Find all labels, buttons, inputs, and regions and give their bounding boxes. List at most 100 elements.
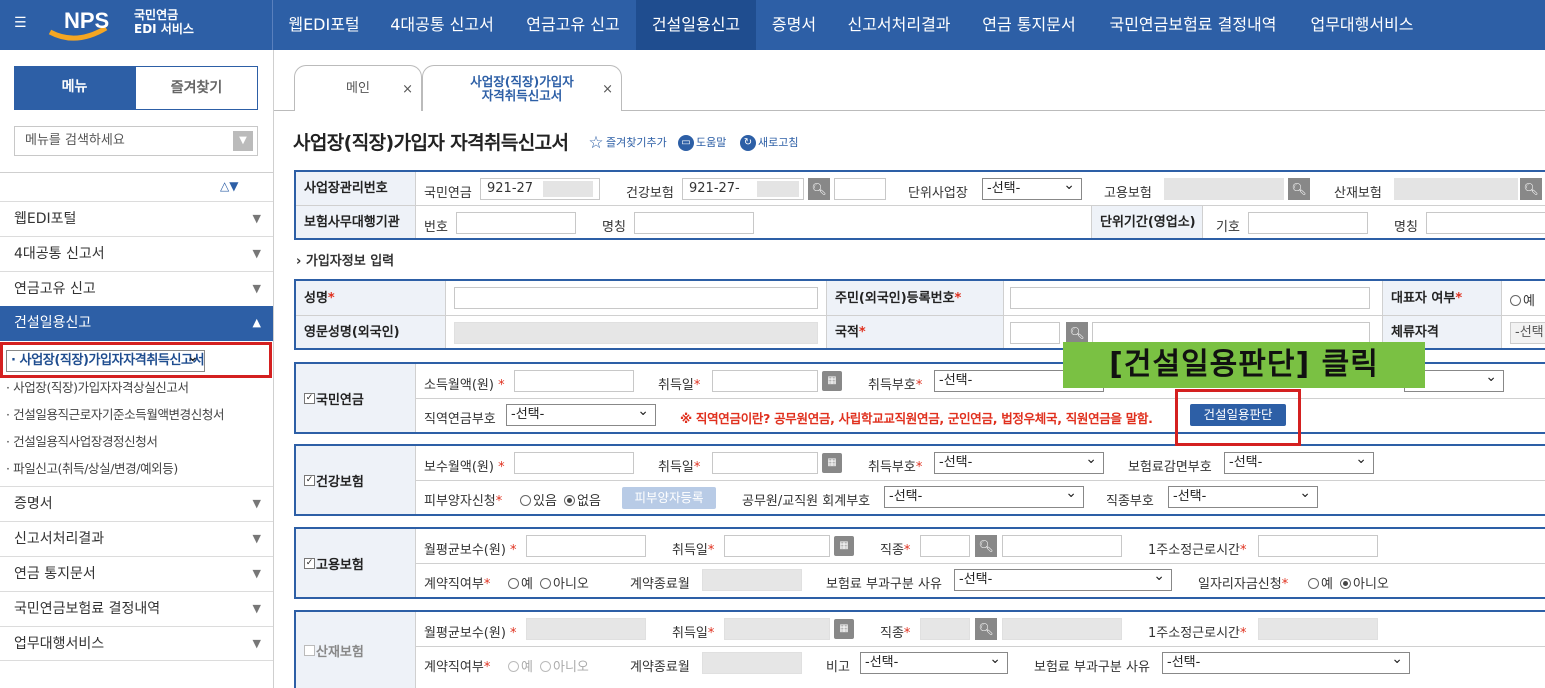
rrn-field[interactable] (1010, 287, 1370, 309)
ind-acq-date-field[interactable] (724, 618, 830, 640)
pension-acq-date-field[interactable] (712, 370, 818, 392)
refresh-button[interactable]: ↻ 새로고침 (740, 134, 798, 151)
ind-weekly-hours-field[interactable] (1258, 618, 1378, 640)
ind-note-select[interactable]: -선택- (860, 649, 1008, 674)
nav-agency-service[interactable]: 업무대행서비스 (1294, 0, 1430, 50)
close-icon[interactable]: × (402, 82, 413, 97)
search-icon[interactable]: 🔍︎ (1288, 178, 1310, 200)
ind-contract-end-field[interactable] (702, 652, 802, 674)
health-mgmt-no-field[interactable]: 921-27- (682, 178, 804, 200)
nav-pension-own[interactable]: 연금고유 신고 (510, 0, 636, 50)
employ-mgmt-no-field[interactable] (1164, 178, 1284, 200)
expand-collapse-icon[interactable]: △▼ (220, 179, 260, 193)
sidebar-tab-menu[interactable]: 메뉴 (14, 66, 135, 110)
ind-job-name-field[interactable] (1002, 618, 1122, 640)
sidebar-item-premium-decision[interactable]: 국민연금보험료 결정내역 ▼ (0, 591, 273, 626)
dependent-no-radio[interactable]: 없음 (564, 490, 601, 509)
sidebar-sub-income-change[interactable]: · 건설일용직근로자기준소득월액변경신청서 (6, 404, 224, 423)
name2-field[interactable] (1426, 212, 1545, 234)
search-icon[interactable]: 🔍︎ (1520, 178, 1542, 200)
nav-webedi[interactable]: 웹EDI포털 (274, 0, 374, 50)
name-field[interactable] (454, 287, 818, 309)
pension-header[interactable]: ✓ 국민연금 (296, 364, 416, 432)
search-icon[interactable]: 🔍︎ (975, 618, 997, 640)
sidebar-item-agency-service[interactable]: 업무대행서비스 ▼ (0, 626, 273, 661)
hamburger-menu-icon[interactable]: ☰ (14, 16, 28, 30)
nav-report-result[interactable]: 신고서처리결과 (832, 0, 966, 50)
calendar-icon[interactable]: ▦ (822, 453, 842, 473)
industrial-mgmt-no-field[interactable] (1394, 178, 1518, 200)
income-field[interactable] (514, 370, 634, 392)
tab-main[interactable]: 메인 × (294, 65, 422, 111)
job-fund-no-radio[interactable]: 아니오 (1340, 573, 1389, 592)
nav-pension-notice[interactable]: 연금 통지문서 (966, 0, 1092, 50)
search-icon[interactable]: 🔍︎ (1066, 322, 1088, 344)
nav-construction[interactable]: 건설일용신고 (636, 0, 756, 50)
emp-avg-pay-field[interactable] (526, 535, 646, 557)
health-acq-date-field[interactable] (712, 452, 818, 474)
favorite-add-button[interactable]: ☆ 즐겨찾기추가 (588, 134, 666, 152)
job-pension-select[interactable]: -선택- (506, 401, 656, 426)
sidebar-sub-correction[interactable]: · 건설일용직사업장경정신청서 (6, 431, 158, 450)
pay-field[interactable] (514, 452, 634, 474)
help-button[interactable]: ▭ 도움말 (678, 134, 726, 151)
tab-acquisition-form[interactable]: 사업장(직장)가입자 자격취득신고서 × (422, 65, 622, 111)
unit-select[interactable]: -선택- (982, 175, 1082, 200)
search-icon[interactable]: 🔍︎ (975, 535, 997, 557)
agency-number-field[interactable] (456, 212, 576, 234)
emp-job-code-field[interactable] (920, 535, 970, 557)
sidebar-item-certificate[interactable]: 증명서 ▼ (0, 486, 273, 521)
pension-mgmt-no-field[interactable]: 921-27 (480, 178, 600, 200)
rep-yes-radio[interactable]: 예 (1510, 290, 1535, 309)
sidebar-item-webedi[interactable]: 웹EDI포털 ▼ (0, 201, 273, 236)
ind-avg-pay-field[interactable] (526, 618, 646, 640)
search-dropdown-icon[interactable]: ▼ (233, 131, 253, 151)
emp-contract-yes-radio[interactable]: 예 (508, 573, 533, 592)
search-icon[interactable]: 🔍︎ (808, 178, 830, 200)
emp-levy-reason-select[interactable]: -선택- (954, 566, 1172, 591)
calendar-icon[interactable]: ▦ (834, 536, 854, 556)
reduce-select[interactable]: -선택- (1224, 449, 1374, 474)
sidebar-item-report-result[interactable]: 신고서처리결과 ▼ (0, 521, 273, 556)
nav-4common[interactable]: 4대공통 신고서 (374, 0, 510, 50)
calendar-icon[interactable]: ▦ (834, 619, 854, 639)
sidebar-sub-file-report[interactable]: · 파일신고(취득/상실/변경/예외등) (6, 458, 178, 477)
nationality-code-field[interactable] (1010, 322, 1060, 344)
dependent-yes-radio[interactable]: 있음 (520, 490, 557, 509)
emp-acq-date-field[interactable] (724, 535, 830, 557)
sidebar-sub-loss[interactable]: · 사업장(직장)가입자자격상실신고서 (6, 377, 189, 396)
emp-weekly-hours-field[interactable] (1258, 535, 1378, 557)
ind-levy-reason-select[interactable]: -선택- (1162, 649, 1410, 674)
nationality-name-field[interactable] (1092, 322, 1370, 344)
menu-search-input[interactable]: 메뉴를 검색하세요 ▼ (14, 126, 258, 156)
emp-job-name-field[interactable] (1002, 535, 1122, 557)
health-header[interactable]: ✓ 건강보험 (296, 446, 416, 514)
dependent-register-button[interactable]: 피부양자등록 (622, 487, 716, 509)
calendar-icon[interactable]: ▦ (822, 371, 842, 391)
ind-contract-no-radio[interactable]: 아니오 (540, 656, 589, 675)
health-acq-code-select[interactable]: -선택- (934, 449, 1104, 474)
eng-name-field[interactable] (454, 322, 818, 344)
nps-logo[interactable]: NPS (46, 6, 136, 42)
sidebar-item-4common[interactable]: 4대공통 신고서 ▼ (0, 236, 273, 271)
nav-premium-decision[interactable]: 국민연금보험료 결정내역 (1092, 0, 1294, 50)
ind-contract-yes-radio[interactable]: 예 (508, 656, 533, 675)
nav-certificate[interactable]: 증명서 (756, 0, 832, 50)
sidebar-item-pension-notice[interactable]: 연금 통지문서 ▼ (0, 556, 273, 591)
agency-name-field[interactable] (634, 212, 754, 234)
stay-select[interactable]: -선택 (1510, 322, 1545, 344)
industrial-header[interactable]: 산재보험 (296, 612, 416, 688)
job-type-select[interactable]: -선택- (1168, 483, 1318, 508)
emp-contract-no-radio[interactable]: 아니오 (540, 573, 589, 592)
employment-header[interactable]: ✓ 고용보험 (296, 529, 416, 597)
emp-contract-end-field[interactable] (702, 569, 802, 591)
symbol-field[interactable] (1248, 212, 1368, 234)
sidebar-tab-favorites[interactable]: 즐겨찾기 (135, 66, 258, 110)
sidebar-item-pension-own[interactable]: 연금고유 신고 ▼ (0, 271, 273, 306)
gov-account-select[interactable]: -선택- (884, 483, 1084, 508)
ind-job-code-field[interactable] (920, 618, 970, 640)
health-mgmt-no-extra-field[interactable] (834, 178, 886, 200)
close-icon[interactable]: × (602, 82, 613, 97)
sidebar-item-construction[interactable]: 건설일용신고 ▲ (0, 306, 273, 341)
job-fund-yes-radio[interactable]: 예 (1308, 573, 1333, 592)
